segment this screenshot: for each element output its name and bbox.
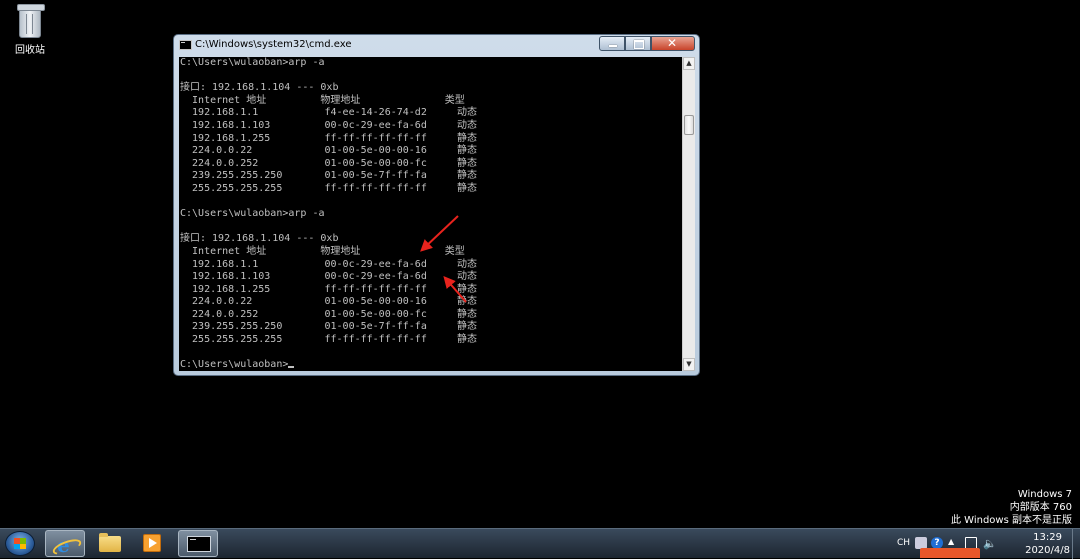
system-tray: CH ? ▲ 🔈 13:29 2020/4/8 (885, 529, 1080, 559)
window-title: C:\Windows\system32\cmd.exe (195, 39, 352, 50)
watermark-line-3: 此 Windows 副本不是正版 (951, 515, 1072, 526)
taskbar-explorer[interactable] (90, 530, 130, 557)
recycle-bin-shortcut[interactable]: 回收站 (10, 4, 50, 56)
close-icon: ✕ (667, 36, 678, 50)
start-button[interactable] (5, 531, 35, 556)
ime-toolbar[interactable] (920, 548, 980, 558)
console-text: C:\Users\wulaoban>arp -a 接口: 192.168.1.1… (180, 57, 477, 371)
windows-watermark: Windows 7 内部版本 760 此 Windows 副本不是正版 (951, 488, 1072, 527)
taskbar-media-player[interactable] (132, 530, 172, 557)
console-output[interactable]: C:\Users\wulaoban>arp -a 接口: 192.168.1.1… (179, 57, 682, 371)
clock-time: 13:29 (1033, 532, 1062, 543)
text-cursor (288, 366, 295, 369)
close-button[interactable]: ✕ (651, 36, 695, 51)
taskbar-internet-explorer[interactable]: e (45, 530, 85, 557)
taskbar: e CH ? ▲ 🔈 13:29 2020/4/8 (0, 528, 1080, 559)
minimize-button[interactable] (599, 36, 625, 51)
start-orb-icon (14, 538, 26, 549)
language-indicator[interactable]: CH (897, 538, 910, 548)
cmd-window[interactable]: C:\Windows\system32\cmd.exe ✕ C:\Users\w… (173, 34, 700, 376)
window-titlebar[interactable]: C:\Windows\system32\cmd.exe ✕ (174, 35, 699, 55)
explorer-folder-icon (99, 533, 121, 552)
internet-explorer-icon: e (57, 533, 70, 557)
volume-icon[interactable]: 🔈 (983, 537, 997, 550)
scroll-up-button[interactable]: ▲ (683, 57, 695, 70)
show-desktop-button[interactable] (1072, 529, 1080, 559)
window-controls: ✕ (599, 36, 695, 51)
cmd-icon (179, 40, 192, 50)
minimize-icon (609, 45, 617, 47)
watermark-line-2: 内部版本 760 (1009, 502, 1072, 513)
recycle-bin-label: 回收站 (15, 45, 45, 56)
recycle-bin-icon (16, 4, 45, 38)
maximize-button[interactable] (625, 36, 651, 51)
clock-date: 2020/4/8 (1025, 545, 1070, 556)
vertical-scrollbar[interactable]: ▲ ▼ (682, 57, 695, 371)
cmd-icon (187, 536, 211, 552)
clock[interactable]: 13:29 2020/4/8 (1025, 531, 1070, 557)
watermark-line-1: Windows 7 (1017, 489, 1072, 500)
media-player-icon (143, 534, 161, 552)
taskbar-cmd[interactable] (178, 530, 218, 557)
maximize-icon (634, 40, 644, 49)
scroll-thumb[interactable] (684, 115, 694, 135)
scroll-down-button[interactable]: ▼ (683, 358, 695, 371)
